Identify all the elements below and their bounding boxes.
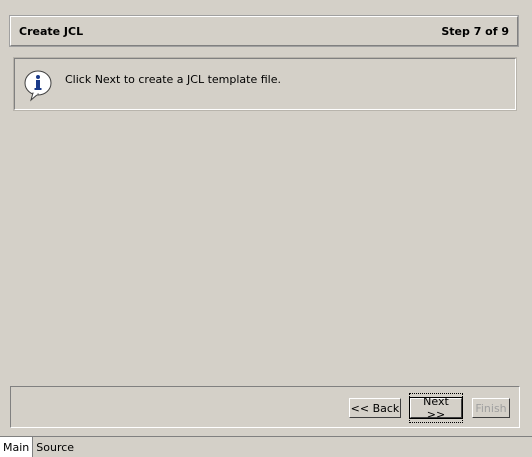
next-button-label: Next >> [409, 393, 463, 423]
wizard-title: Create JCL [19, 24, 84, 38]
tab-source[interactable]: Source [33, 437, 78, 457]
button-bar: << Back Next >> Finish [10, 386, 520, 428]
info-panel: Click Next to create a JCL template file… [13, 57, 517, 111]
finish-button[interactable]: Finish [472, 398, 510, 418]
wizard-header: Create JCL Step 7 of 9 [9, 15, 519, 47]
back-button[interactable]: << Back [349, 398, 401, 418]
step-indicator: Step 7 of 9 [441, 24, 509, 38]
info-message: Click Next to create a JCL template file… [65, 73, 281, 86]
editor-tab-bar: Main Source [0, 436, 532, 457]
info-icon [23, 69, 53, 103]
tab-main[interactable]: Main [0, 437, 34, 457]
next-button[interactable]: Next >> [409, 393, 463, 423]
